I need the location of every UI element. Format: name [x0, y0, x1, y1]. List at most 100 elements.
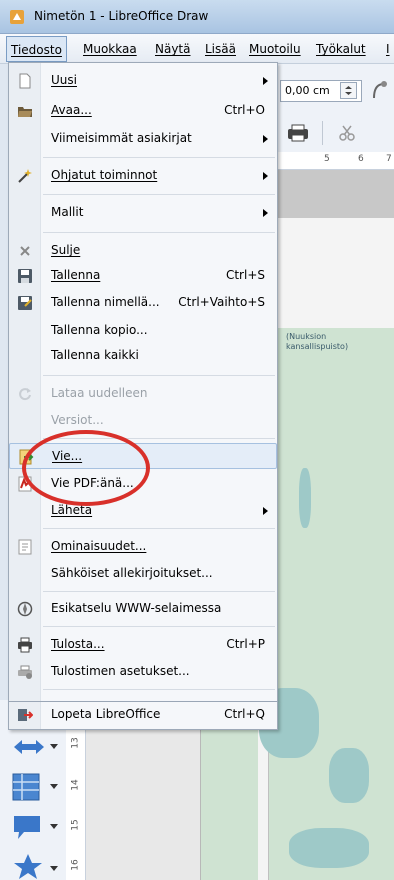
- chevron-down-icon[interactable]: [50, 866, 58, 872]
- menu-item-versiot: Versiot...: [9, 408, 277, 434]
- menu-item-label: Mallit: [51, 205, 84, 219]
- spinner-arrows-icon: [345, 86, 352, 95]
- print-icon: [18, 637, 32, 653]
- position-value: 0,00 cm: [285, 84, 330, 97]
- map-label-line: (Nuuksion: [286, 332, 327, 341]
- ruler-tick: 7: [386, 154, 392, 164]
- menu-item-label: Viimeisimmät asiakirjat: [51, 131, 192, 145]
- toolbar-separator: [322, 121, 323, 145]
- menu-item-laheta[interactable]: Lähetä: [9, 498, 277, 524]
- panel-strip: [258, 170, 394, 218]
- vruler-tick: 14: [70, 779, 81, 791]
- web-preview-icon: [17, 601, 33, 617]
- menu-item-label: Sähköiset allekirjoitukset...: [51, 566, 213, 580]
- table-tool-icon[interactable]: [10, 772, 50, 802]
- menu-item-label: Sulje: [51, 243, 81, 257]
- ruler-tick: 5: [324, 154, 330, 164]
- menu-item-lopeta[interactable]: Lopeta LibreOffice Ctrl+Q: [8, 702, 278, 730]
- menu-item-uusi[interactable]: Uusi: [9, 68, 277, 94]
- submenu-arrow-icon: [263, 172, 268, 180]
- submenu-arrow-icon: [263, 77, 268, 85]
- menu-separator: [43, 528, 275, 529]
- close-icon: [20, 246, 30, 256]
- vruler-tick: 16: [70, 859, 81, 871]
- submenu-arrow-icon: [263, 507, 268, 515]
- new-document-icon: [19, 73, 31, 89]
- menu-separator: [43, 232, 275, 233]
- chevron-down-icon[interactable]: [50, 744, 58, 750]
- menu-item-label: Esikatselu WWW-selaimessa: [51, 601, 222, 615]
- submenu-arrow-icon: [263, 209, 268, 217]
- menu-tyokalut[interactable]: Työkalut: [316, 42, 366, 56]
- position-spinner[interactable]: [340, 82, 357, 99]
- printer-settings-icon: [18, 665, 32, 679]
- transform-icon[interactable]: [370, 80, 390, 102]
- menu-item-label: Avaa...: [51, 103, 92, 117]
- menu-item-tallenna-kaikki[interactable]: Tallenna kaikki: [9, 343, 277, 369]
- submenu-arrow-icon: [263, 135, 268, 143]
- map-lake: [289, 828, 369, 868]
- menu-muokkaa[interactable]: Muokkaa: [83, 42, 137, 56]
- open-folder-icon: [18, 107, 32, 117]
- menu-item-shortcut: Ctrl+O: [224, 103, 265, 117]
- save-icon: [18, 269, 32, 283]
- window-title: Nimetön 1 - LibreOffice Draw: [34, 9, 209, 23]
- star-tool-icon[interactable]: [10, 852, 50, 880]
- menu-item-ohjatut[interactable]: Ohjatut toiminnot: [9, 163, 277, 189]
- menu-item-tulosta[interactable]: Tulosta... Ctrl+P: [9, 632, 277, 658]
- menu-item-mallit[interactable]: Mallit: [9, 200, 277, 226]
- map-label-line: kansallispuisto): [286, 342, 349, 351]
- menu-separator: [43, 689, 275, 690]
- menu-item-label: Tulosta...: [51, 637, 105, 651]
- menu-nayta[interactable]: Näytä: [155, 42, 191, 56]
- toolbar-row: [258, 115, 394, 151]
- menu-item-tallenna-nimella[interactable]: Tallenna nimellä... Ctrl+Vaihto+S: [9, 290, 277, 316]
- menu-separator: [43, 375, 275, 376]
- menu-lisaa[interactable]: Lisää: [205, 42, 236, 56]
- save-as-icon: [18, 296, 32, 310]
- reload-icon: [19, 388, 31, 401]
- map-lake: [329, 748, 369, 803]
- double-arrow-tool-icon[interactable]: [10, 732, 50, 762]
- menu-item-label: Uusi: [51, 73, 77, 87]
- cut-icon[interactable]: [338, 124, 356, 142]
- horizontal-ruler: 5 6 7: [258, 152, 394, 170]
- menu-item-label: Versiot...: [51, 413, 104, 427]
- menu-item-shortcut: Ctrl+S: [225, 268, 265, 282]
- chevron-down-icon[interactable]: [50, 784, 58, 790]
- menu-item-label: Tallenna: [51, 268, 101, 282]
- menu-item-tulostimen-asetukset[interactable]: Tulostimen asetukset...: [9, 659, 277, 685]
- exit-icon: [18, 709, 33, 721]
- menu-item-allekirjoitukset[interactable]: Sähköiset allekirjoitukset...: [9, 561, 277, 587]
- menu-item-esikatselu[interactable]: Esikatselu WWW-selaimessa: [9, 596, 277, 622]
- callout-tool-icon[interactable]: [10, 812, 50, 842]
- menu-item-label: Lopeta LibreOffice: [51, 707, 161, 721]
- menu-muotoilu[interactable]: Muotoilu: [249, 42, 301, 56]
- menu-item-label: Tallenna kopio...: [51, 323, 148, 337]
- print-icon[interactable]: [286, 123, 310, 143]
- menu-item-ominaisuudet[interactable]: Ominaisuudet...: [9, 534, 277, 560]
- menu-item-sulje[interactable]: Sulje: [9, 238, 277, 264]
- vruler-tick: 15: [70, 819, 81, 831]
- menu-more[interactable]: I: [386, 42, 390, 56]
- map-page[interactable]: [259, 328, 394, 880]
- menu-separator: [43, 157, 275, 158]
- menu-item-tallenna-kopio[interactable]: Tallenna kopio...: [9, 318, 277, 344]
- ruler-tick: 6: [358, 154, 364, 164]
- vruler-tick: 13: [70, 737, 81, 749]
- map-lake: [299, 468, 311, 528]
- file-menu: Uusi Avaa... Ctrl+O Viimeisimmät asiakir…: [8, 62, 278, 702]
- menu-item-avaa[interactable]: Avaa... Ctrl+O: [9, 98, 277, 124]
- menu-item-label: Ohjatut toiminnot: [51, 168, 158, 182]
- menu-item-tallenna[interactable]: Tallenna Ctrl+S: [9, 263, 277, 289]
- map-label: (Nuuksion kansallispuisto): [286, 332, 348, 352]
- properties-icon: [18, 539, 32, 555]
- menu-item-shortcut: Ctrl+Q: [224, 707, 265, 721]
- menu-tiedosto[interactable]: Tiedosto: [6, 36, 67, 62]
- drawing-canvas[interactable]: (Nuuksion kansallispuisto): [258, 218, 394, 880]
- menu-item-viimeisimmat[interactable]: Viimeisimmät asiakirjat: [9, 126, 277, 152]
- chevron-down-icon[interactable]: [50, 824, 58, 830]
- menu-item-shortcut: Ctrl+P: [226, 637, 265, 651]
- menu-bar: Tiedosto Muokkaa Näytä Lisää Muotoilu Ty…: [0, 34, 394, 64]
- menu-item-shortcut: Ctrl+Vaihto+S: [178, 295, 265, 309]
